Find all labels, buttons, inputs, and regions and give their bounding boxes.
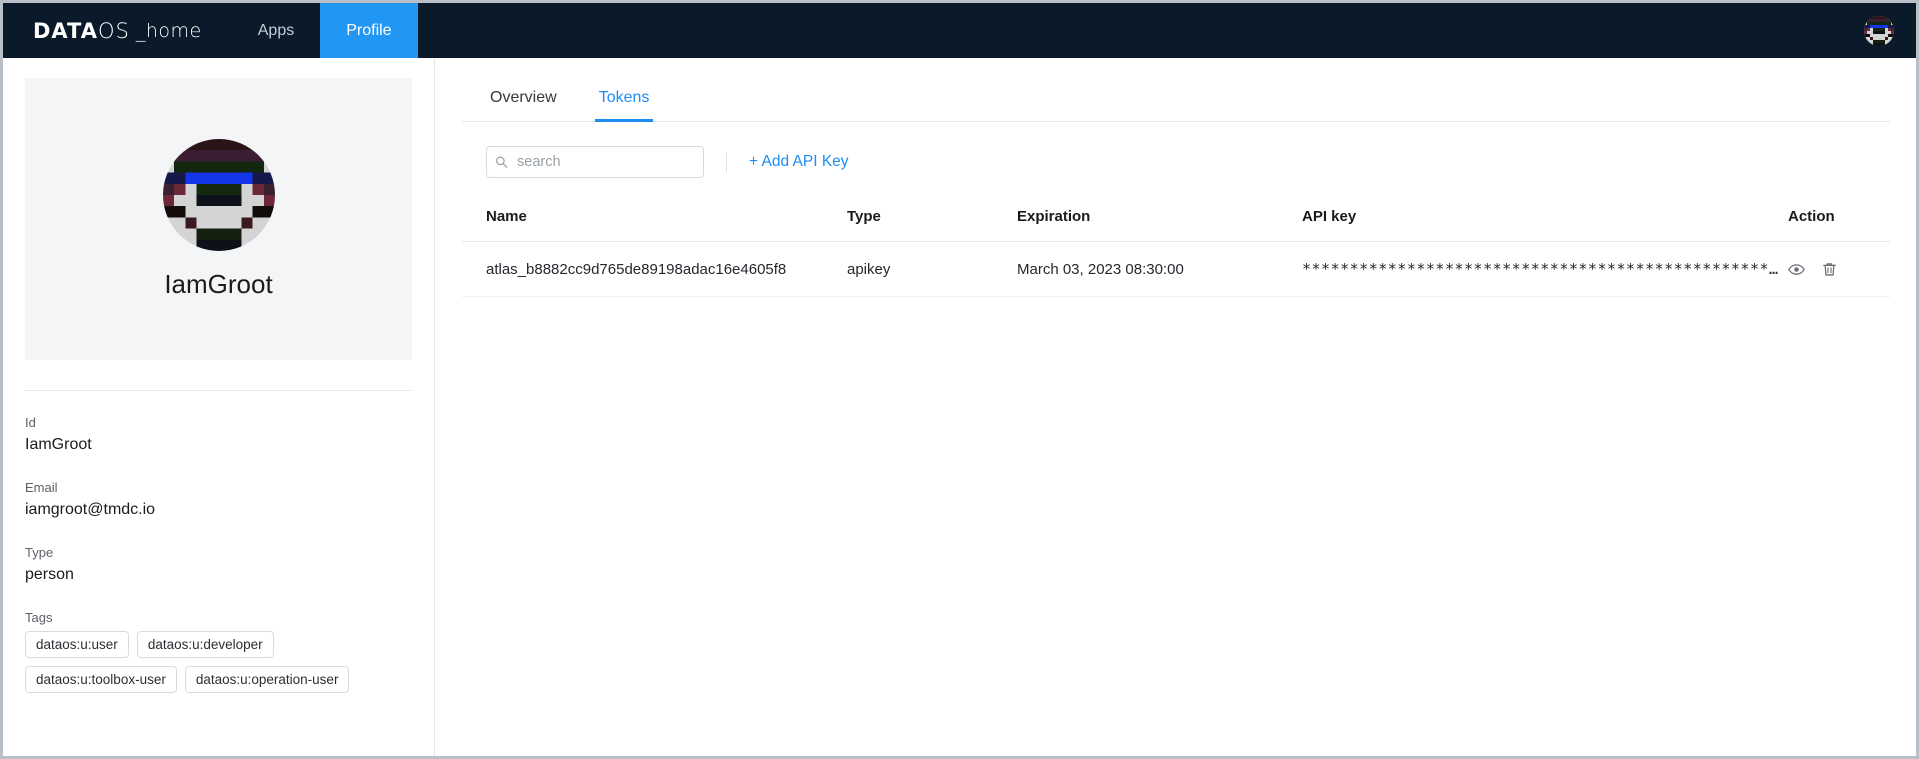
cell-token-name: atlas_b8882cc9d765de89198adac16e4605f8 — [462, 241, 847, 297]
tag-item: dataos:u:toolbox-user — [25, 666, 177, 693]
column-header-name: Name — [462, 200, 847, 242]
nav-item-profile[interactable]: Profile — [320, 3, 418, 58]
tokens-toolbar: + Add API Key — [462, 122, 1890, 178]
field-email-value: iamgroot@tmdc.io — [25, 501, 156, 518]
field-email: Email iamgroot@tmdc.io — [25, 480, 412, 519]
tag-item: dataos:u:operation-user — [184, 666, 350, 693]
column-header-action: Action — [1780, 200, 1890, 242]
tab-overview[interactable]: Overview — [486, 81, 561, 122]
toolbar-separator — [726, 152, 727, 172]
field-id-label: Id — [25, 415, 36, 430]
tab-tokens[interactable]: Tokens — [594, 81, 654, 122]
profile-sidebar: IamGroot Id IamGroot Email iamgroot@tmdc… — [3, 58, 435, 756]
sidebar-divider — [25, 390, 412, 391]
navbar-spacer — [418, 3, 1864, 58]
tag-item: dataos:u:developer — [136, 631, 274, 658]
profile-card: IamGroot — [25, 78, 412, 360]
app-window: DATA OS _home Apps Profile IamGroot Id I… — [0, 0, 1919, 759]
field-tags: Tags dataos:u:user dataos:u:developer da… — [25, 610, 412, 693]
column-header-api-key: API key — [1302, 200, 1780, 242]
user-avatar-icon — [1864, 15, 1894, 46]
field-email-label: Email — [25, 480, 58, 495]
brand-logo[interactable]: DATA OS _home — [3, 3, 232, 58]
brand-home-text: _home — [135, 19, 202, 42]
brand-data-text: DATA — [33, 18, 99, 43]
field-tags-label: Tags — [25, 610, 53, 625]
tokens-table-body: atlas_b8882cc9d765de89198adac16e4605f8 a… — [462, 241, 1890, 297]
column-header-type: Type — [847, 200, 1017, 242]
top-navbar: DATA OS _home Apps Profile — [3, 3, 1916, 58]
cell-token-actions — [1780, 241, 1890, 297]
table-row: atlas_b8882cc9d765de89198adac16e4605f8 a… — [462, 241, 1890, 297]
navbar-avatar-button[interactable] — [1864, 3, 1916, 58]
trash-icon[interactable] — [1821, 261, 1838, 278]
tag-item: dataos:u:user — [25, 631, 129, 658]
profile-avatar-icon — [162, 138, 275, 251]
search-input[interactable] — [486, 146, 704, 178]
table-header-row: Name Type Expiration API key Action — [462, 200, 1890, 242]
tokens-table: Name Type Expiration API key Action atla… — [462, 200, 1890, 297]
field-type: Type person — [25, 545, 412, 584]
tags-list: dataos:u:user dataos:u:developer dataos:… — [25, 631, 375, 693]
field-type-label: Type — [25, 545, 54, 560]
search-box — [486, 146, 704, 178]
field-type-value: person — [25, 566, 74, 583]
field-id-value: IamGroot — [25, 436, 92, 453]
tokens-table-head: Name Type Expiration API key Action — [462, 200, 1890, 242]
brand-os-text: OS — [98, 18, 130, 43]
cell-token-expiration: March 03, 2023 08:30:00 — [1017, 241, 1302, 297]
main-content: Overview Tokens + Add API Key Name — [436, 58, 1916, 756]
column-header-expiration: Expiration — [1017, 200, 1302, 242]
cell-token-type: apikey — [847, 241, 1017, 297]
field-id: Id IamGroot — [25, 415, 412, 454]
row-action-group — [1788, 261, 1890, 278]
cell-token-api-key: ****************************************… — [1302, 241, 1780, 297]
profile-name: IamGroot — [164, 268, 273, 299]
tab-bar: Overview Tokens — [462, 80, 1890, 122]
nav-item-apps[interactable]: Apps — [232, 3, 320, 58]
eye-icon[interactable] — [1788, 261, 1805, 278]
add-api-key-button[interactable]: + Add API Key — [749, 153, 849, 171]
